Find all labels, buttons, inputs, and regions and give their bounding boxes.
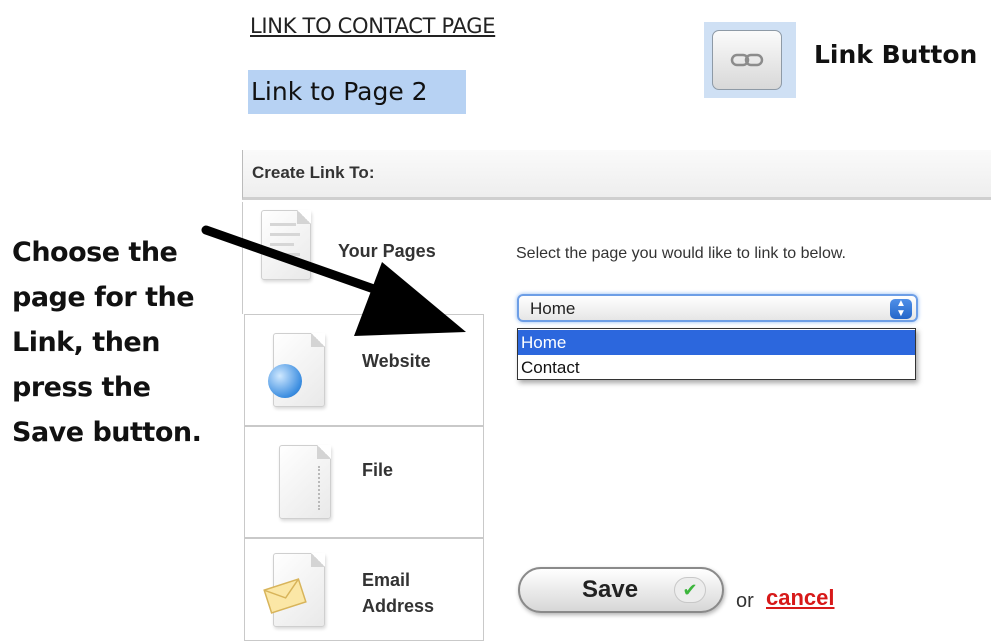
globe-document-icon — [268, 333, 325, 407]
select-page-instruction: Select the page you would like to link t… — [516, 245, 846, 262]
instruction-annotation: Choose the page for the Link, then press… — [12, 230, 232, 455]
create-link-title: Create Link To: — [252, 163, 375, 182]
tab-your-pages-label: Your Pages — [338, 241, 436, 261]
envelope-document-icon — [263, 553, 325, 627]
annotation-line: press the — [12, 372, 151, 403]
select-arrows-icon[interactable]: ▲ ▼ — [890, 299, 912, 319]
page-select-value: Home — [530, 299, 576, 318]
option-home[interactable]: Home — [518, 330, 915, 355]
tab-your-pages[interactable]: Your Pages — [242, 202, 488, 314]
page-select[interactable] — [517, 294, 918, 322]
link-button-callout: Link Button — [814, 40, 978, 69]
annotation-line: Choose the — [12, 237, 178, 268]
tab-email-label-line1: Email — [362, 570, 411, 590]
page-document-icon — [261, 210, 311, 280]
tab-email-label: Email Address — [362, 567, 434, 619]
or-text: or — [736, 590, 754, 612]
option-contact[interactable]: Contact — [518, 355, 915, 380]
annotation-line: page for the — [12, 282, 195, 313]
tab-email-address[interactable]: Email Address — [244, 538, 484, 641]
tab-email-label-line2: Address — [362, 596, 435, 616]
annotation-line: Save button. — [12, 417, 202, 448]
link-button[interactable] — [712, 30, 782, 90]
contact-page-link[interactable]: LINK TO CONTACT PAGE — [250, 14, 496, 38]
cancel-link[interactable]: cancel — [766, 585, 835, 611]
selected-link-text[interactable]: Link to Page 2 — [248, 70, 466, 114]
file-document-icon — [279, 445, 331, 519]
checkmark-icon: ✔ — [674, 577, 706, 603]
tab-website-label: Website — [362, 351, 431, 371]
page-select-dropdown: Home Contact — [517, 328, 916, 380]
tab-website[interactable]: Website — [244, 314, 484, 426]
tab-file[interactable]: File — [244, 426, 484, 538]
tab-file-label: File — [362, 460, 394, 480]
save-button-label: Save — [582, 576, 639, 603]
annotation-line: Link, then — [12, 327, 160, 358]
chain-link-icon — [730, 53, 764, 67]
